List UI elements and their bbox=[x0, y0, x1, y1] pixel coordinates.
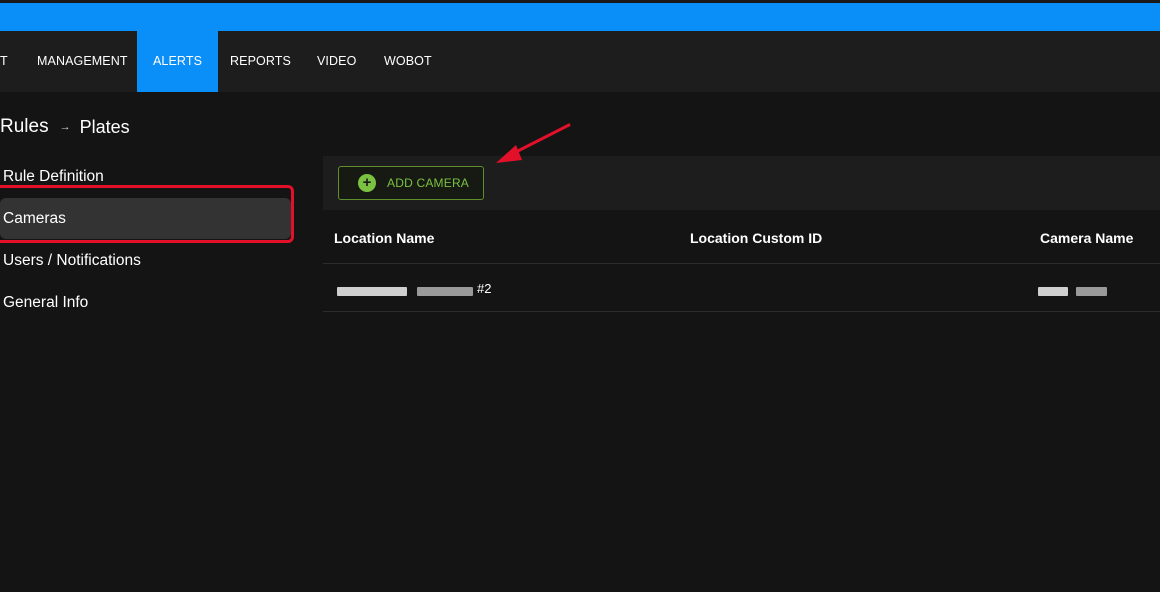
annotation-arrow bbox=[496, 123, 571, 163]
location-name-suffix: #2 bbox=[477, 281, 492, 296]
redacted-text bbox=[417, 287, 473, 296]
redacted-text bbox=[1076, 287, 1107, 296]
column-header-location-custom-id[interactable]: Location Custom ID bbox=[690, 230, 822, 246]
header-divider bbox=[323, 263, 1160, 264]
row-divider bbox=[323, 311, 1160, 312]
column-header-camera-name[interactable]: Camera Name bbox=[1040, 230, 1133, 246]
redacted-text bbox=[1038, 287, 1068, 296]
redacted-text bbox=[337, 287, 407, 296]
column-header-location-name[interactable]: Location Name bbox=[334, 230, 434, 246]
